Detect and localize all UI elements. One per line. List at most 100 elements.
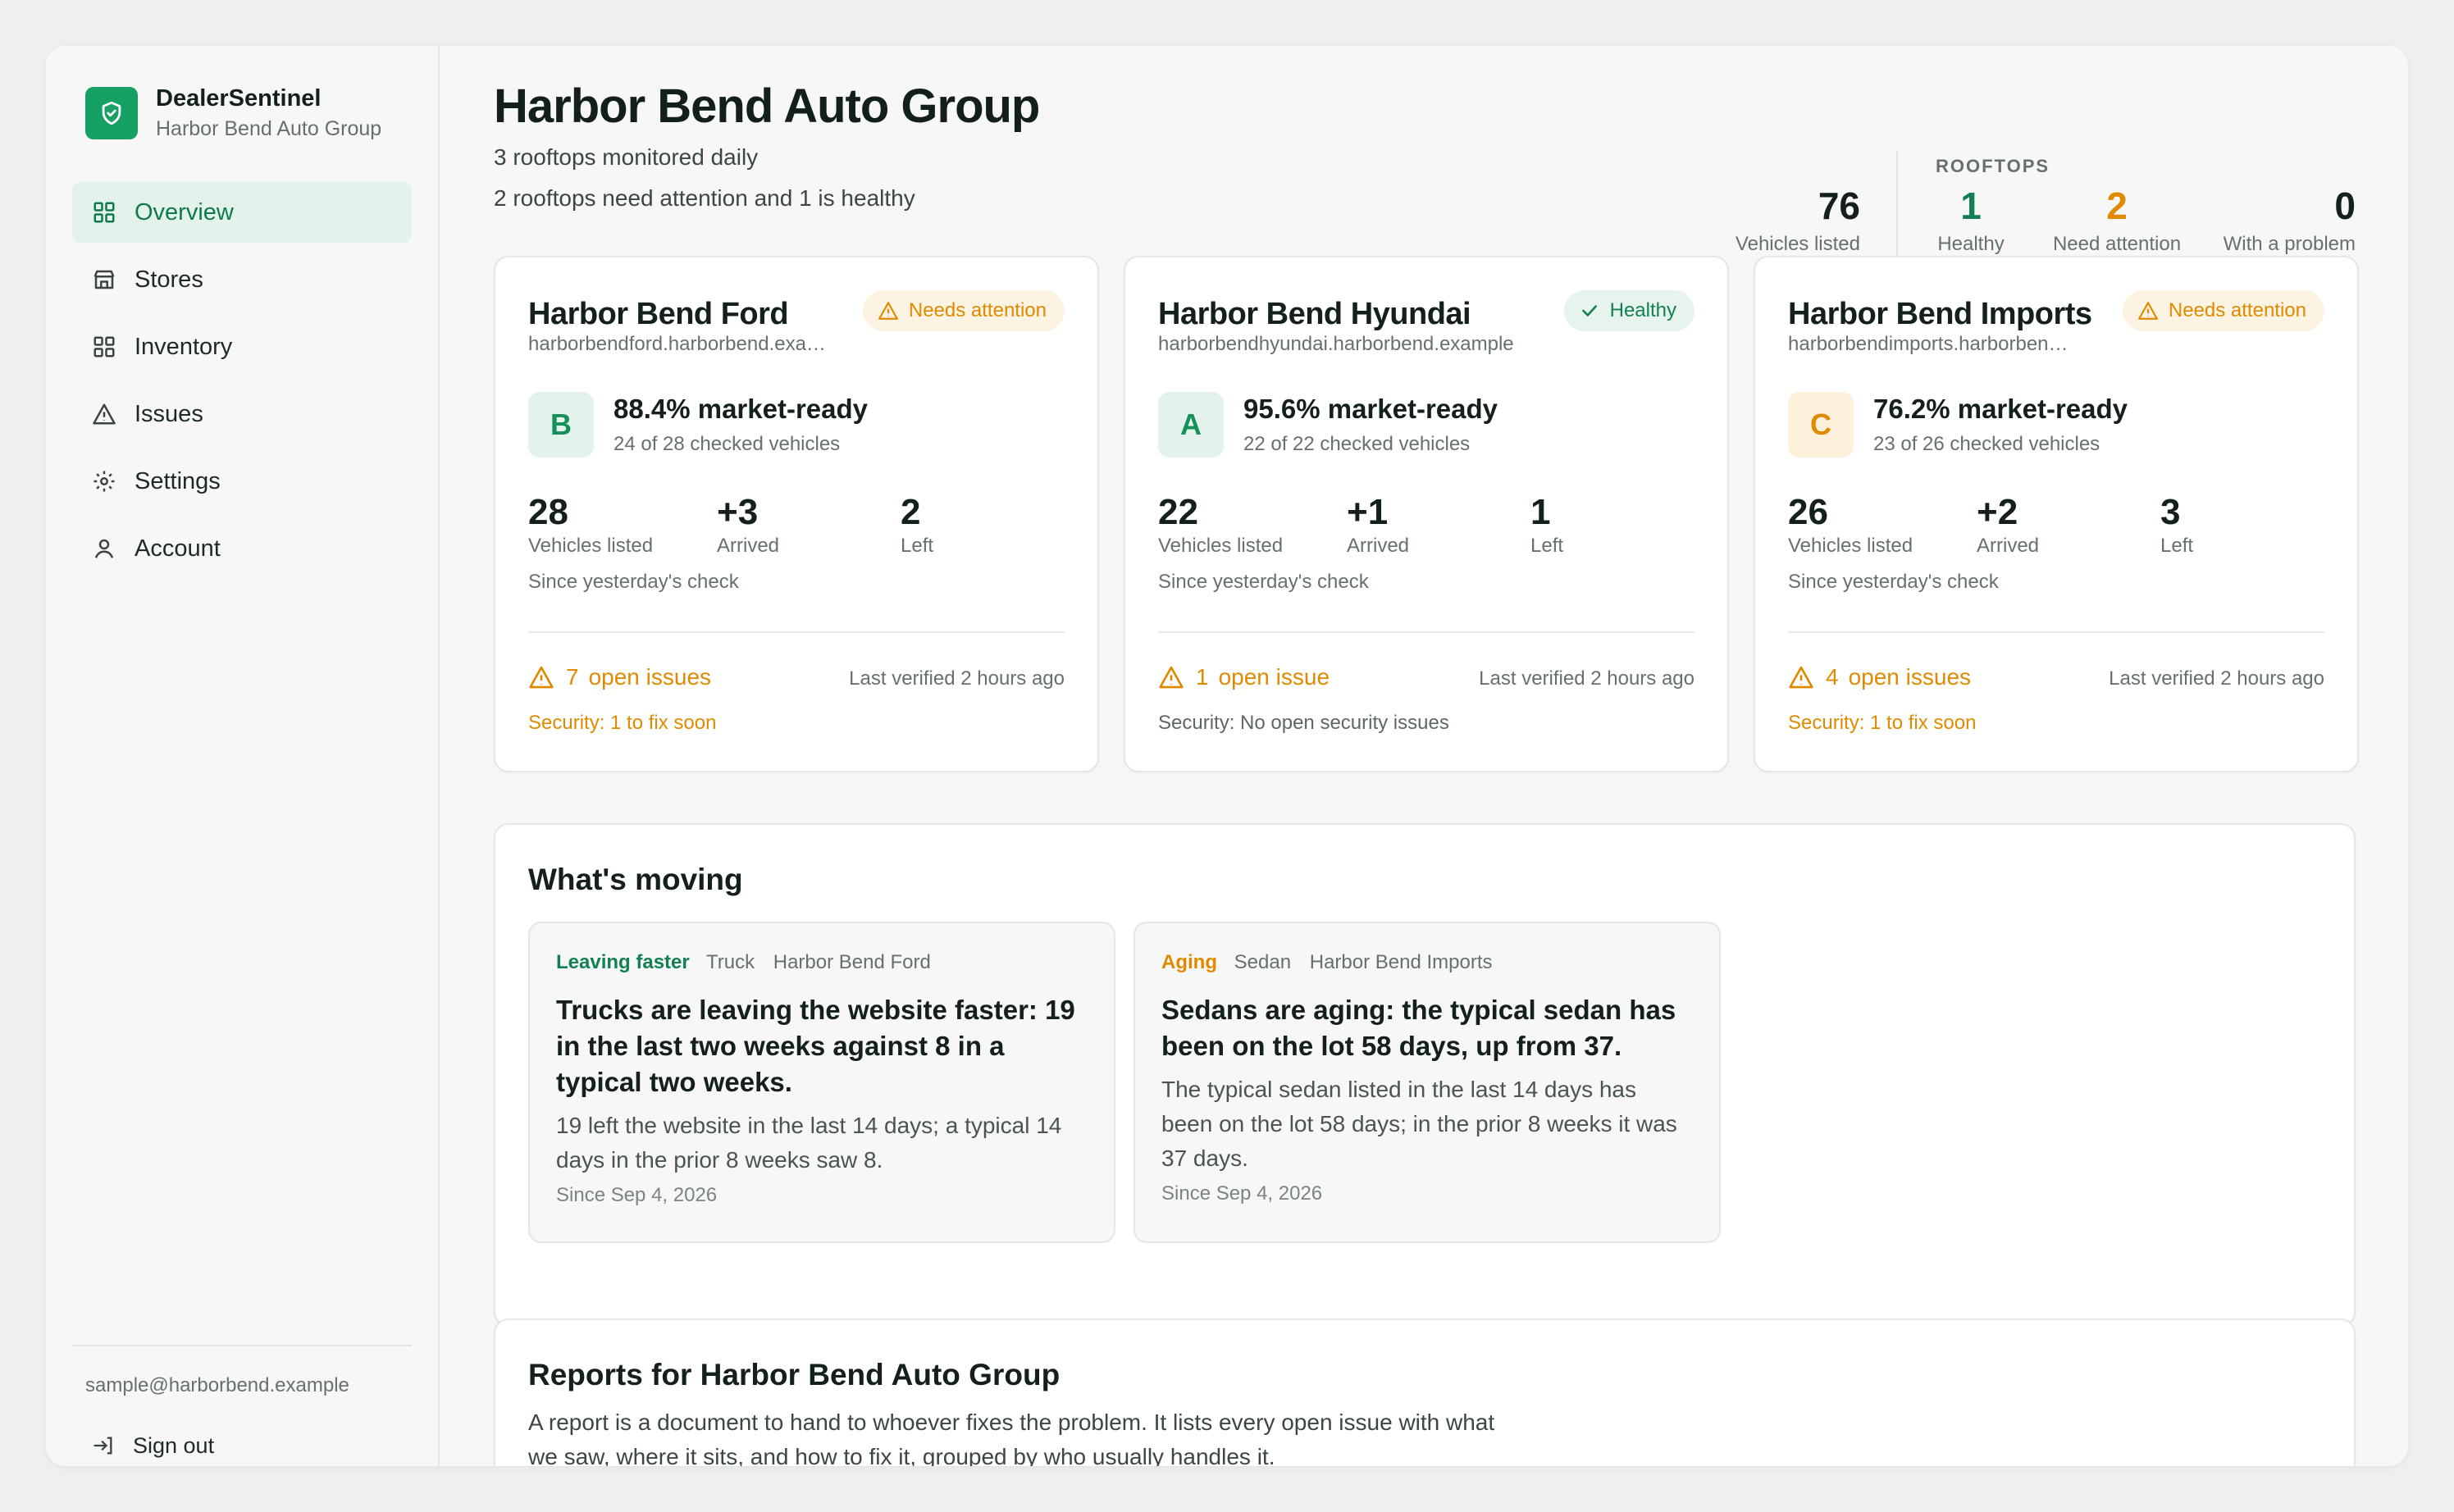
sidebar-item-label: Stores <box>135 266 203 293</box>
since-check: Since yesterday's check <box>1788 571 1999 593</box>
store-url[interactable]: harborbendhyundai.harborbend.example <box>1158 333 1514 356</box>
section-title: Reports for Harbor Bend Auto Group <box>528 1358 1061 1391</box>
sidebar-item-overview[interactable]: Overview <box>72 182 412 243</box>
metric-arrived: +1 Arrived <box>1347 492 1409 558</box>
metric-left-label: Left <box>2160 535 2194 557</box>
status-badge: Healthy <box>1563 290 1695 331</box>
sidebar-item-label: Overview <box>135 198 234 225</box>
issues-count: 7 <box>566 664 579 690</box>
market-ready: 76.2% market-ready <box>1873 394 2128 424</box>
store-url[interactable]: harborbendimports.harborbend.example <box>1788 333 2077 356</box>
stat-healthy-label: Healthy <box>1937 233 2005 255</box>
brand[interactable]: DealerSentinel Harbor Bend Auto Group <box>85 85 381 141</box>
page-subtitle-monitored: 3 rooftops monitored daily <box>494 144 759 170</box>
insight-since: Since Sep 4, 2026 <box>1161 1182 1323 1205</box>
reports-description: A report is a document to hand to whoeve… <box>528 1410 1495 1466</box>
metric-arrived-label: Arrived <box>1347 535 1410 557</box>
sidebar-item-stores[interactable]: Stores <box>72 249 412 310</box>
metric-listed: 28 Vehicles listed <box>528 492 653 558</box>
sidebar-item-label: Account <box>135 535 221 562</box>
metric-arrived-num: +2 <box>1977 492 2018 532</box>
sidebar-item-settings[interactable]: Settings <box>72 451 412 512</box>
whats-moving-panel: What's moving Leaving faster Truck Harbo… <box>494 823 2356 1327</box>
grade-badge: B <box>528 392 594 458</box>
checked-vehicles: 23 of 26 checked vehicles <box>1873 433 2100 455</box>
stat-attention-label: Need attention <box>2052 233 2182 255</box>
market-ready: 95.6% market-ready <box>1243 394 1498 424</box>
checked-vehicles: 22 of 22 checked vehicles <box>1243 433 1471 455</box>
metric-left-num: 3 <box>2160 492 2181 532</box>
store-cards: Harbor Bend Ford harborbendford.harborbe… <box>494 256 2359 817</box>
stat-vehicles-listed: 76 Vehicles listed <box>1736 184 1860 256</box>
insight-title: Sedans are aging: the typical sedan has … <box>1161 995 1676 1061</box>
metric-arrived: +2 Arrived <box>1977 492 2039 558</box>
since-check: Since yesterday's check <box>1158 571 1369 593</box>
status-label: Needs attention <box>908 299 1047 321</box>
metric-listed-num: 28 <box>528 492 568 532</box>
store-card-ford[interactable]: Harbor Bend Ford harborbendford.harborbe… <box>494 256 1099 772</box>
stat-with-problem: 0 With a problem <box>2224 184 2356 256</box>
gear-icon <box>90 467 118 495</box>
insight-card-sedans[interactable]: Aging Sedan Harbor Bend Imports Sedans a… <box>1133 922 1721 1243</box>
status-badge: Needs attention <box>2122 290 2324 331</box>
issues-label: open issue <box>1218 664 1330 690</box>
stats-divider <box>1896 151 1898 266</box>
divider <box>1158 631 1695 633</box>
metric-left-label: Left <box>1530 535 1564 557</box>
insight-store: Harbor Bend Imports <box>1309 951 1493 973</box>
insight-card-trucks[interactable]: Leaving faster Truck Harbor Bend Ford Tr… <box>528 922 1115 1243</box>
insight-since: Since Sep 4, 2026 <box>556 1184 718 1206</box>
stat-problem-num: 0 <box>2334 184 2356 227</box>
stat-healthy-num: 1 <box>1960 184 1982 227</box>
store-name: Harbor Bend Ford <box>528 297 789 331</box>
security-status: Security: 1 to fix soon <box>1788 712 1977 734</box>
metric-arrived-label: Arrived <box>1977 535 2040 557</box>
metric-left-num: 2 <box>901 492 921 532</box>
metric-listed: 22 Vehicles listed <box>1158 492 1283 558</box>
brand-org: Harbor Bend Auto Group <box>156 117 382 140</box>
summary-stats: 76 Vehicles listed ROOFTOPS 1 Healthy 2 … <box>1724 105 2356 266</box>
page-title: Harbor Bend Auto Group <box>494 80 1040 133</box>
stat-need-attention: 2 Need attention <box>2049 184 2185 256</box>
stat-healthy: 1 Healthy <box>1936 184 2006 256</box>
sign-out-button[interactable]: Sign out <box>72 1425 412 1466</box>
store-url[interactable]: harborbendford.harborbend.example <box>528 333 840 356</box>
sidebar-item-label: Inventory <box>135 333 233 360</box>
stat-problem-label: With a problem <box>2223 233 2356 255</box>
status-label: Healthy <box>1609 299 1676 321</box>
warning-icon <box>1788 664 1814 690</box>
metric-left-label: Left <box>901 535 934 557</box>
section-title: What's moving <box>528 863 743 896</box>
grade-badge: A <box>1158 392 1224 458</box>
open-issues-link[interactable]: 4 open issues <box>1788 664 1971 690</box>
issues-count: 4 <box>1826 664 1839 690</box>
store-card-imports[interactable]: Harbor Bend Imports harborbendimports.ha… <box>1754 256 2359 772</box>
warning-icon <box>878 300 899 321</box>
brand-name: DealerSentinel <box>156 85 322 112</box>
store-name: Harbor Bend Imports <box>1788 297 2092 331</box>
user-icon <box>90 535 118 562</box>
metric-listed-num: 26 <box>1788 492 1828 532</box>
warning-icon <box>90 400 118 428</box>
metric-listed-label: Vehicles listed <box>1158 535 1284 557</box>
stat-attention-num: 2 <box>2106 184 2128 227</box>
insight-tag: Aging <box>1161 951 1217 973</box>
store-card-hyundai[interactable]: Harbor Bend Hyundai harborbendhyundai.ha… <box>1124 256 1729 772</box>
insight-body: 19 left the website in the last 14 days;… <box>556 1113 1062 1173</box>
sidebar-item-inventory[interactable]: Inventory <box>72 317 412 377</box>
insight-title: Trucks are leaving the website faster: 1… <box>556 995 1075 1097</box>
metric-listed-num: 22 <box>1158 492 1198 532</box>
sidebar-item-account[interactable]: Account <box>72 518 412 579</box>
insight-type: Truck <box>705 951 755 973</box>
stat-vehicles-label: Vehicles listed <box>1735 233 1860 255</box>
insight-store: Harbor Bend Ford <box>773 951 931 973</box>
insight-type: Sedan <box>1234 951 1292 973</box>
divider <box>528 631 1065 633</box>
market-ready: 88.4% market-ready <box>614 394 869 424</box>
issues-count: 1 <box>1196 664 1209 690</box>
open-issues-link[interactable]: 1 open issue <box>1158 664 1330 690</box>
sidebar-item-issues[interactable]: Issues <box>72 384 412 444</box>
status-badge: Needs attention <box>862 290 1065 331</box>
shield-icon <box>85 87 138 139</box>
open-issues-link[interactable]: 7 open issues <box>528 664 711 690</box>
